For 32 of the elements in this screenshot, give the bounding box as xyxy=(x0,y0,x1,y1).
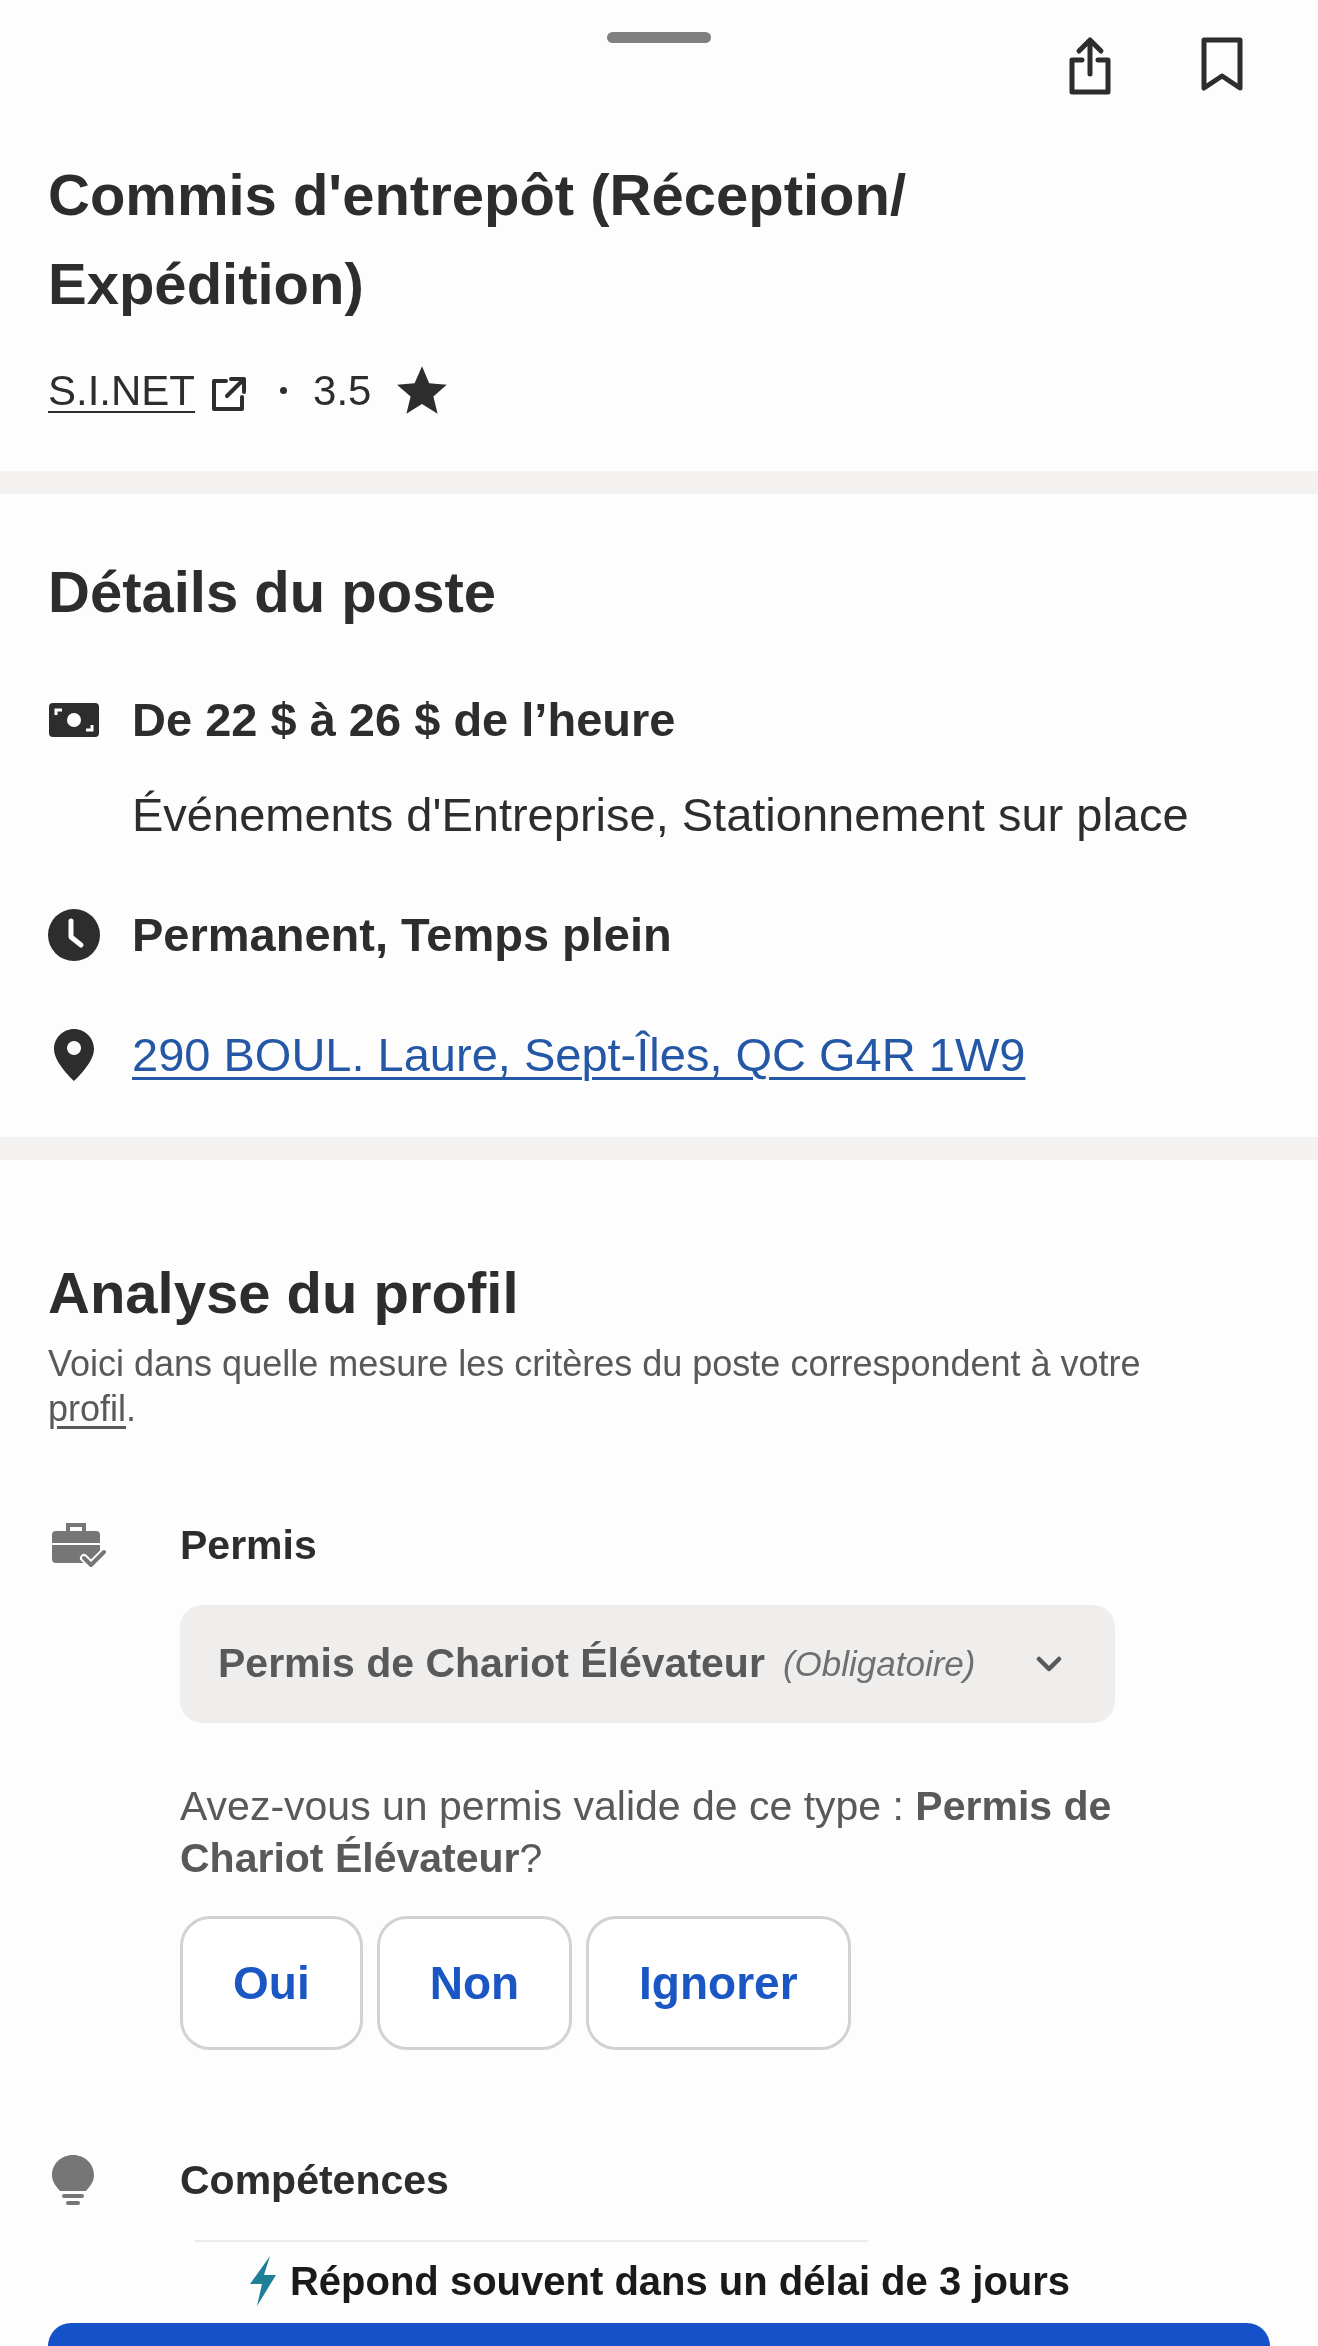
job-title: Commis d'entrepôt (Réception/Expédition) xyxy=(48,161,908,318)
benefits-text: Événements d'Entreprise, Stationnement sur place xyxy=(132,787,1189,843)
answer-button[interactable]: Ignorer xyxy=(586,1916,851,2050)
bookmark-icon[interactable] xyxy=(1200,36,1244,92)
banknote-icon xyxy=(49,703,99,737)
profile-link[interactable]: profil xyxy=(48,1388,127,1429)
license-question: Avez-vous un permis valide de ce type : Permis de Chariot Élévateur? xyxy=(180,1782,1113,1883)
response-time-note: Répond souvent dans un délai de 3 jours xyxy=(289,2258,1071,2305)
rating-text: 3.5 xyxy=(313,365,372,416)
address-link[interactable]: 290 BOUL. Laure, Sept-Îles, QC G4R 1W9 xyxy=(132,1027,1026,1083)
star-icon xyxy=(397,366,448,414)
lightbulb-icon xyxy=(52,2155,94,2205)
share-icon[interactable] xyxy=(1068,36,1112,96)
external-link-icon xyxy=(210,375,249,413)
clock-icon xyxy=(48,909,100,961)
answer-button[interactable]: Oui xyxy=(180,1916,363,2050)
license-select-value: Permis de Chariot Élévateur xyxy=(218,1639,765,1689)
license-select[interactable]: Permis de Chariot Élévateur (Obligatoire) xyxy=(180,1605,1115,1723)
section-heading: Détails du poste xyxy=(48,558,496,626)
profile-description: Voici dans quelle mesure les critères du poste correspondent à votre profil. xyxy=(48,1342,1142,1431)
company-link[interactable]: S.I.NET xyxy=(48,358,196,422)
answer-button[interactable]: Non xyxy=(376,1916,573,2050)
criterion-label: Permis xyxy=(180,1521,317,1570)
salary-text: De 22 $ à 26 $ de l’heure xyxy=(132,692,676,748)
briefcase-check-icon xyxy=(52,1522,106,1568)
map-pin-icon xyxy=(54,1029,94,1081)
drag-handle[interactable] xyxy=(607,32,711,43)
lightning-icon xyxy=(247,2256,278,2306)
section-heading: Analyse du profil xyxy=(48,1259,519,1327)
required-tag: (Obligatoire) xyxy=(782,1637,976,1691)
job-type-text: Permanent, Temps plein xyxy=(132,907,672,963)
criterion-label: Compétences xyxy=(180,2156,449,2205)
